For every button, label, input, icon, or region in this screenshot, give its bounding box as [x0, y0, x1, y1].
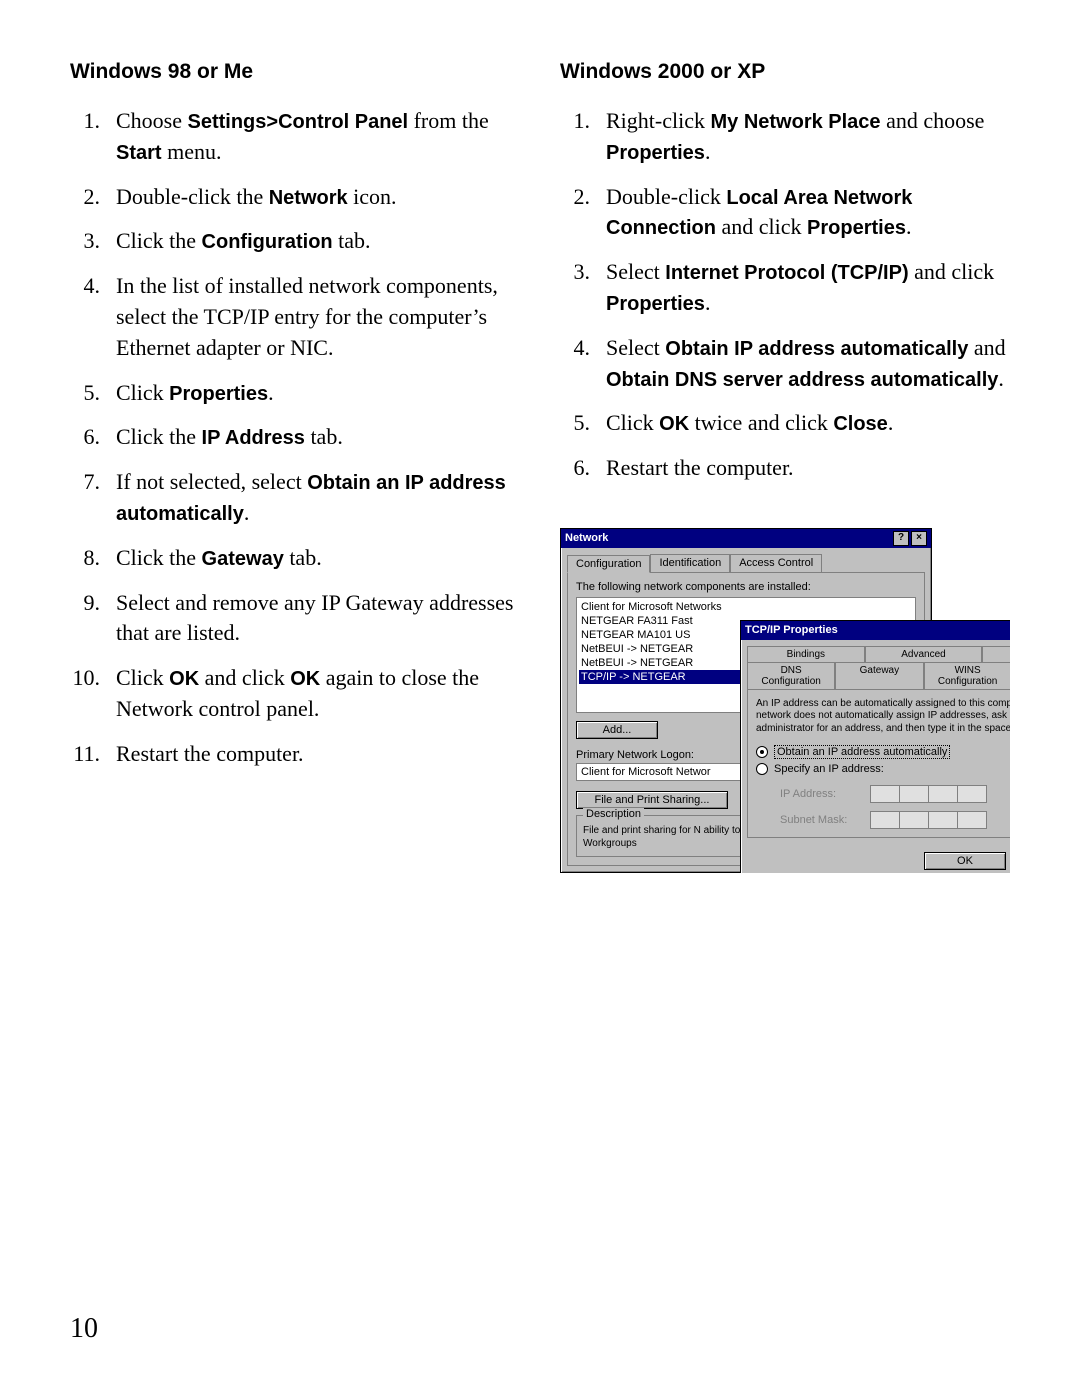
- step: 5. Click OK twice and click Close.: [560, 408, 1010, 439]
- tab-netbios[interactable]: NetBIOS: [982, 646, 1010, 662]
- step-text: Select Obtain IP address automatically a…: [606, 333, 1010, 395]
- radio-obtain[interactable]: Obtain an IP address automatically: [756, 745, 1010, 759]
- step-text: If not selected, select Obtain an IP add…: [116, 467, 520, 529]
- close-icon[interactable]: ×: [911, 531, 927, 546]
- step: 10. Click OK and click OK again to close …: [70, 663, 520, 725]
- step: 1. Right-click My Network Place and choos…: [560, 106, 1010, 168]
- network-tabs: Configuration Identification Access Cont…: [567, 554, 925, 572]
- step: 2. Double-click the Network icon.: [70, 182, 520, 213]
- step-number: 6.: [560, 453, 590, 484]
- tcpip-titlebar: TCP/IP Properties ? ×: [741, 621, 1010, 640]
- radio-on-icon: [756, 746, 768, 758]
- tab-dns[interactable]: DNS Configuration: [747, 662, 835, 689]
- step: 3. Select Internet Protocol (TCP/IP) and …: [560, 257, 1010, 319]
- step-number: 5.: [70, 378, 100, 409]
- steps-win2000: 1. Right-click My Network Place and choos…: [560, 106, 1010, 484]
- step-text: Click the Configuration tab.: [116, 226, 520, 257]
- tab-access-control[interactable]: Access Control: [730, 554, 822, 572]
- mask-label: Subnet Mask:: [780, 814, 860, 826]
- tcpip-info: An IP address can be automatically assig…: [756, 698, 1010, 736]
- tab-gateway[interactable]: Gateway: [835, 662, 923, 689]
- step: 5. Click Properties.: [70, 378, 520, 409]
- radio-obtain-label: Obtain an IP address automatically: [774, 745, 950, 759]
- mask-field: [870, 811, 987, 829]
- ip-label: IP Address:: [780, 788, 860, 800]
- step-number: 6.: [70, 422, 100, 453]
- step-number: 4.: [560, 333, 590, 395]
- step-text: Select Internet Protocol (TCP/IP) and cl…: [606, 257, 1010, 319]
- step: 6. Click the IP Address tab.: [70, 422, 520, 453]
- step-text: Click the IP Address tab.: [116, 422, 520, 453]
- step-number: 2.: [560, 182, 590, 244]
- step-text: Click OK twice and click Close.: [606, 408, 1010, 439]
- step: 8. Click the Gateway tab.: [70, 543, 520, 574]
- step-text: Restart the computer.: [116, 739, 520, 770]
- step-text: Right-click My Network Place and choose …: [606, 106, 1010, 168]
- step-number: 3.: [560, 257, 590, 319]
- step-number: 1.: [560, 106, 590, 168]
- tab-identification[interactable]: Identification: [650, 554, 730, 572]
- file-print-sharing-button[interactable]: File and Print Sharing...: [576, 791, 728, 809]
- step-text: Double-click the Network icon.: [116, 182, 520, 213]
- radio-specify-label: Specify an IP address:: [774, 763, 884, 775]
- step: 2. Double-click Local Area Network Connec…: [560, 182, 1010, 244]
- tab-advanced[interactable]: Advanced: [865, 646, 983, 662]
- radio-specify[interactable]: Specify an IP address:: [756, 763, 1010, 775]
- step-number: 9.: [70, 588, 100, 650]
- heading-win2000: Windows 2000 or XP: [560, 60, 1010, 84]
- step-text: Choose Settings>Control Panel from the S…: [116, 106, 520, 168]
- left-column: Windows 98 or Me 1. Choose Settings>Contr…: [70, 60, 520, 873]
- step-number: 7.: [70, 467, 100, 529]
- network-titlebar: Network ? ×: [561, 529, 931, 548]
- tab-wins[interactable]: WINS Configuration: [924, 662, 1011, 689]
- step-number: 10.: [70, 663, 100, 725]
- step-number: 1.: [70, 106, 100, 168]
- tab-bindings[interactable]: Bindings: [747, 646, 865, 662]
- ip-field: [870, 785, 987, 803]
- step: 4.In the list of installed network compo…: [70, 271, 520, 363]
- tcpip-title: TCP/IP Properties: [745, 624, 838, 636]
- step: 7. If not selected, select Obtain an IP a…: [70, 467, 520, 529]
- tcpip-panel: An IP address can be automatically assig…: [747, 689, 1010, 839]
- step: 1. Choose Settings>Control Panel from the…: [70, 106, 520, 168]
- step-number: 11.: [70, 739, 100, 770]
- installed-label: The following network components are ins…: [576, 581, 916, 593]
- step-text: In the list of installed network compone…: [116, 271, 520, 363]
- page-number: 10: [70, 1313, 98, 1345]
- ok-button[interactable]: OK: [924, 852, 1006, 870]
- tab-configuration[interactable]: Configuration: [567, 555, 650, 573]
- step-text: Restart the computer.: [606, 453, 1010, 484]
- tcpip-dialog: TCP/IP Properties ? × Bindings Advanced …: [740, 620, 1010, 873]
- step: 6. Restart the computer.: [560, 453, 1010, 484]
- step: 11. Restart the computer.: [70, 739, 520, 770]
- step-number: 2.: [70, 182, 100, 213]
- help-icon[interactable]: ?: [893, 531, 909, 546]
- step: 4. Select Obtain IP address automatically…: [560, 333, 1010, 395]
- radio-off-icon: [756, 763, 768, 775]
- heading-win98: Windows 98 or Me: [70, 60, 520, 84]
- network-title: Network: [565, 532, 608, 544]
- step-text: Click OK and click OK again to close the…: [116, 663, 520, 725]
- step-number: 8.: [70, 543, 100, 574]
- step-number: 4.: [70, 271, 100, 363]
- description-legend: Description: [583, 808, 644, 820]
- right-column: Windows 2000 or XP 1. Right-click My Netw…: [560, 60, 1010, 873]
- step-text: Select and remove any IP Gateway address…: [116, 588, 520, 650]
- step-text: Click Properties.: [116, 378, 520, 409]
- tcpip-tabs-row2: DNS Configuration Gateway WINS Configura…: [747, 662, 1010, 689]
- step: 9. Select and remove any IP Gateway addre…: [70, 588, 520, 650]
- step: 3. Click the Configuration tab.: [70, 226, 520, 257]
- steps-win98: 1. Choose Settings>Control Panel from the…: [70, 106, 520, 770]
- tcpip-buttons: OK Cancel: [741, 844, 1010, 873]
- add-button[interactable]: Add...: [576, 721, 658, 739]
- dialog-illustration: Network ? × Configuration Identification…: [560, 498, 1010, 873]
- step-number: 3.: [70, 226, 100, 257]
- tcpip-tabs-row1: Bindings Advanced NetBIOS: [747, 646, 1010, 662]
- step-text: Double-click Local Area Network Connecti…: [606, 182, 1010, 244]
- step-text: Click the Gateway tab.: [116, 543, 520, 574]
- list-item[interactable]: Client for Microsoft Networks: [579, 600, 913, 614]
- step-number: 5.: [560, 408, 590, 439]
